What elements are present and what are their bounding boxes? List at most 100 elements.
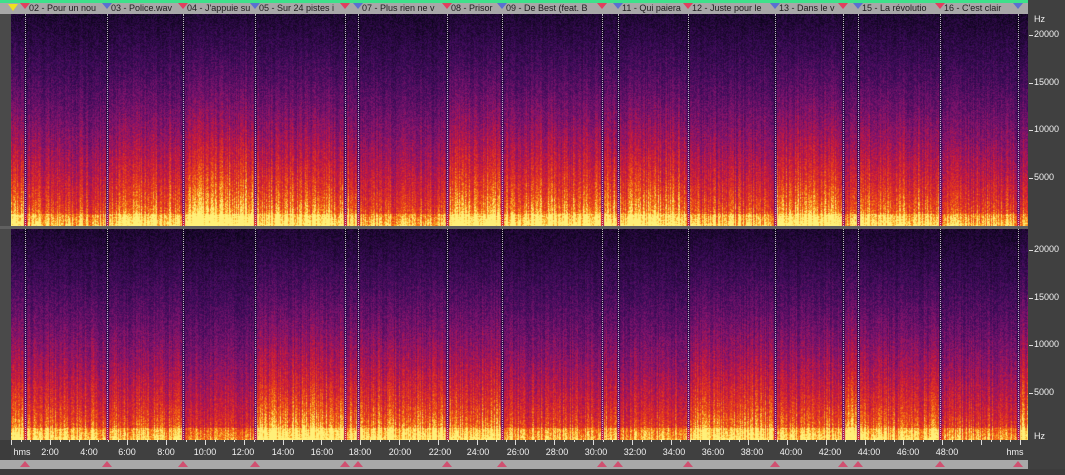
time-ruler[interactable]: hms 2:00 4:00 6:00 8:00 10:00 12:00 14:00 16:00 1… [11, 440, 1028, 460]
time-tick [961, 440, 963, 442]
marker-line [618, 229, 620, 440]
time-tick [835, 440, 837, 442]
time-tick [447, 440, 449, 442]
time-tick [631, 440, 633, 445]
marker-label[interactable]: 02 - Pour un nou [29, 3, 102, 14]
time-tick [321, 440, 323, 445]
marker-line [688, 14, 690, 226]
time-tick [98, 440, 100, 442]
freq-tick-label: 20000 [1034, 29, 1060, 39]
marker-flag-icon[interactable] [340, 3, 350, 9]
time-tick [428, 440, 430, 442]
time-tick [1000, 440, 1002, 442]
marker-label-strip[interactable]: 02 - Pour un nou 03 - Police.wav 04 - J'ap… [0, 3, 1028, 14]
time-tick-label: 28:00 [545, 447, 569, 457]
marker-line [688, 229, 690, 440]
marker-line [358, 14, 360, 226]
time-tick [175, 440, 177, 442]
marker-triangle-icon[interactable] [497, 461, 507, 467]
marker-label[interactable]: 04 - J'appuie su [187, 3, 250, 14]
marker-line [775, 229, 777, 440]
marker-label[interactable]: 16 - C'est clair [944, 3, 1013, 14]
marker-flag-icon[interactable] [597, 3, 607, 9]
marker-label[interactable]: 09 - De Best (feat. B [506, 3, 597, 14]
freq-tick [1029, 345, 1033, 346]
marker-label[interactable]: 11 - Qui paiera [622, 3, 683, 14]
time-tick [30, 440, 32, 442]
time-tick [874, 440, 876, 442]
marker-triangle-icon[interactable] [683, 461, 693, 467]
marker-triangle-icon[interactable] [853, 461, 863, 467]
time-tick [845, 440, 847, 442]
time-tick [234, 440, 236, 442]
time-tick [214, 440, 216, 442]
time-tick [11, 440, 12, 445]
time-tick-label: 44:00 [857, 447, 881, 457]
time-tick [476, 440, 478, 445]
time-tick [505, 440, 507, 442]
marker-label[interactable]: 08 - Prisor [451, 3, 497, 14]
time-tick [554, 440, 556, 445]
marker-triangle-icon[interactable] [353, 461, 363, 467]
marker-triangle-icon[interactable] [935, 461, 945, 467]
marker-line [345, 229, 347, 440]
time-tick [1010, 440, 1012, 442]
spectrogram-channel-1[interactable] [11, 14, 1028, 226]
marker-line [447, 229, 449, 440]
time-tick [525, 440, 527, 442]
time-tick [496, 440, 497, 442]
time-tick [418, 440, 420, 442]
marker-triangle-icon[interactable] [597, 461, 607, 467]
time-tick-label: 4:00 [80, 447, 98, 457]
time-tick [486, 440, 488, 442]
time-tick-label: 42:00 [818, 447, 842, 457]
time-tick [20, 440, 22, 442]
time-tick-label: 16:00 [310, 447, 334, 457]
freq-unit-label: Hz [1034, 14, 1045, 24]
marker-triangle-icon[interactable] [102, 461, 112, 467]
playhead-marker-icon[interactable] [8, 4, 18, 11]
marker-strip[interactable] [0, 460, 1028, 469]
marker-triangle-icon[interactable] [1013, 461, 1023, 467]
marker-label[interactable]: 07 - Plus rien ne v [362, 3, 442, 14]
marker-line [183, 14, 185, 226]
marker-triangle-icon[interactable] [442, 461, 452, 467]
marker-flag-icon[interactable] [838, 3, 848, 9]
time-tick [922, 440, 924, 442]
marker-label[interactable]: 12 - Juste pour le [692, 3, 770, 14]
marker-label[interactable]: 05 - Sur 24 pistes i [259, 3, 340, 14]
time-tick-label: hms [1006, 447, 1024, 457]
time-tick [913, 440, 915, 442]
marker-triangle-icon[interactable] [178, 461, 188, 467]
time-tick [825, 440, 827, 445]
marker-line [107, 14, 109, 226]
marker-triangle-icon[interactable] [20, 461, 30, 467]
time-tick [272, 440, 274, 442]
marker-triangle-icon[interactable] [838, 461, 848, 467]
spectrogram-channel-2[interactable] [11, 229, 1028, 440]
time-tick-label: hms [13, 447, 31, 457]
time-tick [205, 440, 206, 445]
time-tick-label: 40:00 [779, 447, 803, 457]
time-tick [137, 440, 139, 442]
marker-triangle-icon[interactable] [770, 461, 780, 467]
time-tick [311, 440, 313, 442]
time-tick [602, 440, 604, 442]
marker-line [602, 229, 604, 440]
marker-flag-icon[interactable] [1013, 3, 1023, 9]
frequency-axis: Hz 20000 15000 10000 5000 Hz 20000 15000 10000 50… [1028, 0, 1065, 475]
time-tick [466, 440, 468, 442]
time-tick [49, 440, 51, 445]
marker-label[interactable]: 03 - Police.wav [111, 3, 178, 14]
marker-label[interactable]: 13 - Dans le v [779, 3, 838, 14]
marker-label[interactable]: 15 - La révolutio [862, 3, 935, 14]
time-tick [340, 440, 342, 442]
time-tick [369, 440, 371, 442]
marker-line [618, 14, 620, 226]
marker-triangle-icon[interactable] [250, 461, 260, 467]
marker-triangle-icon[interactable] [340, 461, 350, 467]
marker-line [1018, 14, 1020, 226]
marker-triangle-icon[interactable] [613, 461, 623, 467]
time-tick [1019, 440, 1021, 445]
time-tick [534, 440, 536, 442]
